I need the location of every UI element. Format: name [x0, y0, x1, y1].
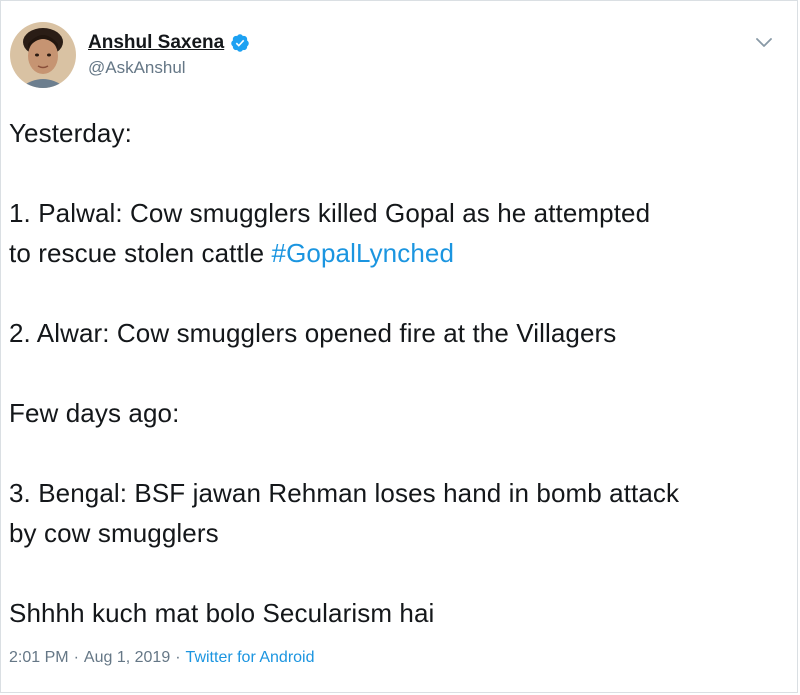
- tweet-line: 3. Bengal: BSF jawan Rehman loses hand i…: [9, 478, 680, 508]
- meta-separator: ·: [175, 649, 181, 666]
- author-display-name[interactable]: Anshul Saxena: [88, 32, 224, 54]
- tweet-line: Few days ago:: [9, 398, 180, 428]
- tweet-line: 2. Alwar: Cow smugglers opened fire at t…: [9, 318, 617, 348]
- tweet-time[interactable]: 2:01 PM: [9, 649, 69, 667]
- tweet-line: by cow smugglers: [9, 518, 219, 548]
- tweet-line-text: to rescue stolen cattle: [9, 238, 272, 268]
- tweet-date[interactable]: Aug 1, 2019: [84, 649, 170, 667]
- tweet-meta: 2:01 PM · Aug 1, 2019 · Twitter for Andr…: [9, 649, 315, 667]
- tweet-source-link[interactable]: Twitter for Android: [186, 649, 315, 667]
- meta-separator: ·: [73, 649, 79, 666]
- chevron-down-icon[interactable]: [755, 35, 773, 49]
- tweet-line: 1. Palwal: Cow smugglers killed Gopal as…: [9, 198, 651, 228]
- author-handle[interactable]: @AskAnshul: [88, 58, 250, 78]
- tweet-header: Anshul Saxena @AskAnshul: [10, 22, 250, 92]
- avatar[interactable]: [10, 22, 76, 88]
- tweet-line: Shhhh kuch mat bolo Secularism hai: [9, 598, 435, 628]
- tweet-line: Yesterday:: [9, 118, 132, 148]
- hashtag-link[interactable]: #GopalLynched: [272, 238, 454, 268]
- tweet-line: to rescue stolen cattle #GopalLynched: [9, 233, 789, 273]
- tweet-text: Yesterday: 1. Palwal: Cow smugglers kill…: [9, 113, 789, 633]
- author-names: Anshul Saxena @AskAnshul: [88, 32, 250, 78]
- tweet-card: Anshul Saxena @AskAnshul Yesterday: 1. P…: [0, 0, 798, 693]
- verified-badge-icon: [231, 34, 249, 52]
- user-photo-avatar-icon: [10, 22, 76, 88]
- name-row: Anshul Saxena: [88, 32, 250, 54]
